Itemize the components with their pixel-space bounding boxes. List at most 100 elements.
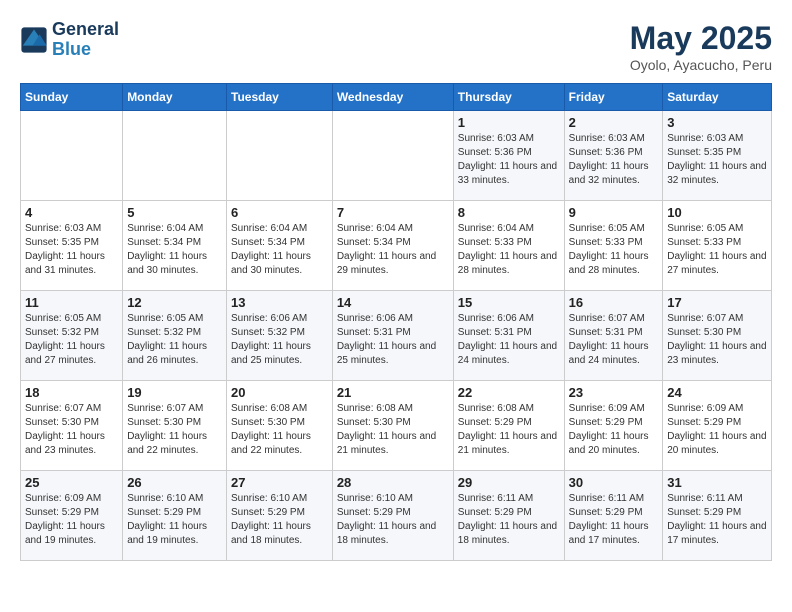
day-info: Sunrise: 6:05 AM Sunset: 5:32 PM Dayligh…	[25, 312, 118, 368]
day-number: 3	[667, 115, 767, 130]
day-cell: 23 Sunrise: 6:09 AM Sunset: 5:29 PM Dayli…	[564, 381, 663, 471]
day-cell: 29 Sunrise: 6:11 AM Sunset: 5:29 PM Dayli…	[453, 471, 564, 561]
day-info: Sunrise: 6:11 AM Sunset: 5:29 PM Dayligh…	[667, 492, 767, 548]
day-info: Sunrise: 6:04 AM Sunset: 5:34 PM Dayligh…	[127, 222, 222, 278]
logo: General Blue	[20, 20, 119, 60]
day-cell: 6 Sunrise: 6:04 AM Sunset: 5:34 PM Daylig…	[227, 201, 333, 291]
day-cell: 7 Sunrise: 6:04 AM Sunset: 5:34 PM Daylig…	[332, 201, 453, 291]
day-cell: 15Sunrise: 6:06 AM Sunset: 5:31 PM Dayli…	[453, 291, 564, 381]
week-row-1: 1 Sunrise: 6:03 AM Sunset: 5:36 PM Daylig…	[21, 111, 772, 201]
day-cell: 11 Sunrise: 6:05 AM Sunset: 5:32 PM Dayli…	[21, 291, 123, 381]
day-number: 31	[667, 475, 767, 490]
day-number: 6	[231, 205, 328, 220]
day-number: 30	[569, 475, 659, 490]
day-number: 8	[458, 205, 560, 220]
day-info: Sunrise: 6:10 AM Sunset: 5:29 PM Dayligh…	[231, 492, 328, 548]
calendar-subtitle: Oyolo, Ayacucho, Peru	[630, 57, 772, 73]
day-info: Sunrise: 6:11 AM Sunset: 5:29 PM Dayligh…	[458, 492, 560, 548]
day-cell: 1 Sunrise: 6:03 AM Sunset: 5:36 PM Daylig…	[453, 111, 564, 201]
day-number: 1	[458, 115, 560, 130]
logo-text: General Blue	[52, 20, 119, 60]
day-number: 19	[127, 385, 222, 400]
day-info: Sunrise: 6:11 AM Sunset: 5:29 PM Dayligh…	[569, 492, 659, 548]
day-number: 20	[231, 385, 328, 400]
day-cell: 17 Sunrise: 6:07 AM Sunset: 5:30 PM Dayli…	[663, 291, 772, 381]
day-cell: 12 Sunrise: 6:05 AM Sunset: 5:32 PM Dayli…	[123, 291, 227, 381]
day-number: 24	[667, 385, 767, 400]
header-row: SundayMondayTuesdayWednesdayThursdayFrid…	[21, 84, 772, 111]
col-header-monday: Monday	[123, 84, 227, 111]
day-info: Sunrise: 6:03 AM Sunset: 5:35 PM Dayligh…	[667, 132, 767, 188]
page-header: General Blue May 2025 Oyolo, Ayacucho, P…	[20, 20, 772, 73]
day-info: Sunrise: 6:05 AM Sunset: 5:33 PM Dayligh…	[569, 222, 659, 278]
week-row-4: 18 Sunrise: 6:07 AM Sunset: 5:30 PM Dayli…	[21, 381, 772, 471]
col-header-wednesday: Wednesday	[332, 84, 453, 111]
title-block: May 2025 Oyolo, Ayacucho, Peru	[630, 20, 772, 73]
day-number: 28	[337, 475, 449, 490]
day-number: 26	[127, 475, 222, 490]
day-cell: 4 Sunrise: 6:03 AM Sunset: 5:35 PM Daylig…	[21, 201, 123, 291]
day-info: Sunrise: 6:09 AM Sunset: 5:29 PM Dayligh…	[25, 492, 118, 548]
day-info: Sunrise: 6:05 AM Sunset: 5:32 PM Dayligh…	[127, 312, 222, 368]
day-info: Sunrise: 6:06 AM Sunset: 5:32 PM Dayligh…	[231, 312, 328, 368]
col-header-thursday: Thursday	[453, 84, 564, 111]
day-cell: 13 Sunrise: 6:06 AM Sunset: 5:32 PM Dayli…	[227, 291, 333, 381]
day-number: 5	[127, 205, 222, 220]
day-number: 10	[667, 205, 767, 220]
week-row-2: 4 Sunrise: 6:03 AM Sunset: 5:35 PM Daylig…	[21, 201, 772, 291]
day-cell: 31 Sunrise: 6:11 AM Sunset: 5:29 PM Dayli…	[663, 471, 772, 561]
day-info: Sunrise: 6:08 AM Sunset: 5:29 PM Dayligh…	[458, 402, 560, 458]
day-info: Sunrise: 6:04 AM Sunset: 5:33 PM Dayligh…	[458, 222, 560, 278]
week-row-5: 25 Sunrise: 6:09 AM Sunset: 5:29 PM Dayli…	[21, 471, 772, 561]
logo-icon	[20, 26, 48, 54]
day-cell: 3 Sunrise: 6:03 AM Sunset: 5:35 PM Daylig…	[663, 111, 772, 201]
col-header-saturday: Saturday	[663, 84, 772, 111]
day-number: 18	[25, 385, 118, 400]
day-number: 11	[25, 295, 118, 310]
day-number: 27	[231, 475, 328, 490]
calendar-title: May 2025	[630, 20, 772, 57]
day-info: Sunrise: 6:07 AM Sunset: 5:30 PM Dayligh…	[667, 312, 767, 368]
day-info: Sunrise: 6:04 AM Sunset: 5:34 PM Dayligh…	[231, 222, 328, 278]
day-cell: 25 Sunrise: 6:09 AM Sunset: 5:29 PM Dayli…	[21, 471, 123, 561]
day-number: 7	[337, 205, 449, 220]
day-cell: 21Sunrise: 6:08 AM Sunset: 5:30 PM Dayli…	[332, 381, 453, 471]
day-number: 9	[569, 205, 659, 220]
day-cell: 19 Sunrise: 6:07 AM Sunset: 5:30 PM Dayli…	[123, 381, 227, 471]
day-cell: 18 Sunrise: 6:07 AM Sunset: 5:30 PM Dayli…	[21, 381, 123, 471]
day-cell: 9 Sunrise: 6:05 AM Sunset: 5:33 PM Daylig…	[564, 201, 663, 291]
day-cell: 16Sunrise: 6:07 AM Sunset: 5:31 PM Dayli…	[564, 291, 663, 381]
day-number: 12	[127, 295, 222, 310]
day-number: 14	[337, 295, 449, 310]
day-number: 13	[231, 295, 328, 310]
day-info: Sunrise: 6:03 AM Sunset: 5:36 PM Dayligh…	[569, 132, 659, 188]
day-number: 2	[569, 115, 659, 130]
day-cell	[227, 111, 333, 201]
day-cell: 26Sunrise: 6:10 AM Sunset: 5:29 PM Dayli…	[123, 471, 227, 561]
day-number: 29	[458, 475, 560, 490]
day-cell: 22Sunrise: 6:08 AM Sunset: 5:29 PM Dayli…	[453, 381, 564, 471]
day-number: 23	[569, 385, 659, 400]
day-number: 4	[25, 205, 118, 220]
day-cell: 24 Sunrise: 6:09 AM Sunset: 5:29 PM Dayli…	[663, 381, 772, 471]
day-cell: 28 Sunrise: 6:10 AM Sunset: 5:29 PM Dayli…	[332, 471, 453, 561]
day-number: 17	[667, 295, 767, 310]
week-row-3: 11 Sunrise: 6:05 AM Sunset: 5:32 PM Dayli…	[21, 291, 772, 381]
day-cell: 10Sunrise: 6:05 AM Sunset: 5:33 PM Dayli…	[663, 201, 772, 291]
day-info: Sunrise: 6:03 AM Sunset: 5:36 PM Dayligh…	[458, 132, 560, 188]
day-number: 16	[569, 295, 659, 310]
day-number: 25	[25, 475, 118, 490]
day-info: Sunrise: 6:09 AM Sunset: 5:29 PM Dayligh…	[569, 402, 659, 458]
day-cell: 8 Sunrise: 6:04 AM Sunset: 5:33 PM Daylig…	[453, 201, 564, 291]
day-info: Sunrise: 6:10 AM Sunset: 5:29 PM Dayligh…	[337, 492, 449, 548]
day-info: Sunrise: 6:07 AM Sunset: 5:30 PM Dayligh…	[127, 402, 222, 458]
day-cell	[123, 111, 227, 201]
col-header-friday: Friday	[564, 84, 663, 111]
day-info: Sunrise: 6:04 AM Sunset: 5:34 PM Dayligh…	[337, 222, 449, 278]
day-info: Sunrise: 6:06 AM Sunset: 5:31 PM Dayligh…	[458, 312, 560, 368]
col-header-tuesday: Tuesday	[227, 84, 333, 111]
day-cell: 14Sunrise: 6:06 AM Sunset: 5:31 PM Dayli…	[332, 291, 453, 381]
day-info: Sunrise: 6:07 AM Sunset: 5:30 PM Dayligh…	[25, 402, 118, 458]
day-info: Sunrise: 6:09 AM Sunset: 5:29 PM Dayligh…	[667, 402, 767, 458]
day-info: Sunrise: 6:03 AM Sunset: 5:35 PM Dayligh…	[25, 222, 118, 278]
